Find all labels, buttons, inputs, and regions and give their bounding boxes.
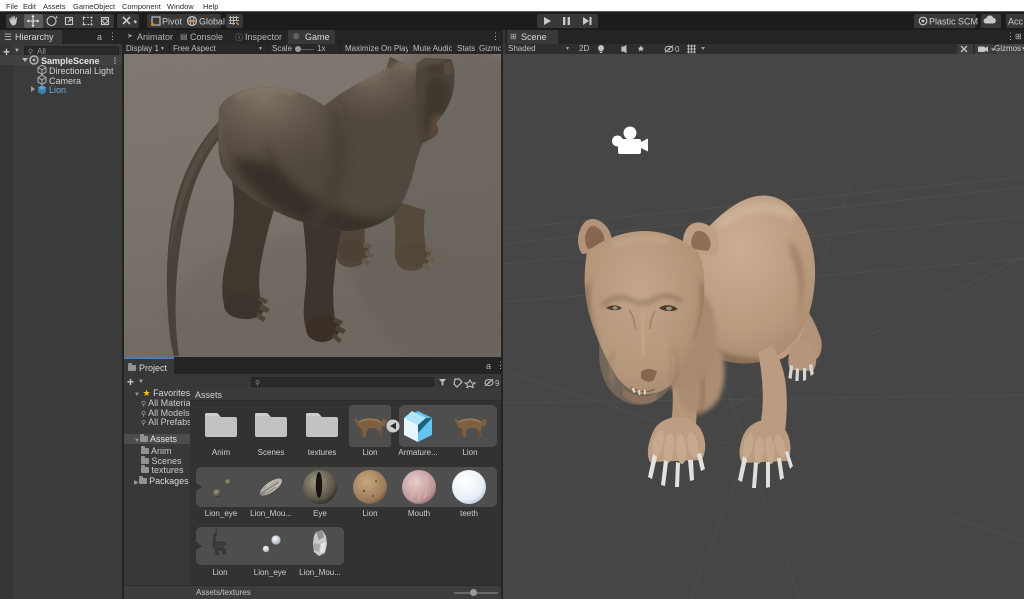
svg-text:Pivot: Pivot	[162, 17, 183, 27]
svg-text:Lion_Mou...: Lion_Mou...	[299, 568, 341, 577]
svg-text:Scenes: Scenes	[258, 448, 285, 457]
svg-text:Anim: Anim	[212, 448, 231, 457]
svg-text:Lion: Lion	[362, 509, 377, 518]
svg-text:Lion: Lion	[212, 568, 227, 577]
svg-text:Lion: Lion	[462, 448, 477, 457]
svg-text:Global: Global	[199, 17, 225, 27]
svg-text:Eye: Eye	[313, 509, 327, 518]
svg-text:Lion_eye: Lion_eye	[254, 568, 287, 577]
svg-text:Lion_Mou...: Lion_Mou...	[250, 509, 292, 518]
svg-text:0: 0	[675, 45, 680, 54]
svg-text:Lion_eye: Lion_eye	[205, 509, 238, 518]
svg-text:teeth: teeth	[460, 509, 478, 518]
svg-text:Acc: Acc	[1008, 17, 1024, 27]
svg-text:9: 9	[495, 379, 500, 388]
svg-text:Plastic SCM: Plastic SCM	[929, 17, 978, 27]
svg-text:Armature...: Armature...	[398, 448, 438, 457]
svg-text:Lion: Lion	[362, 448, 377, 457]
svg-text:Mouth: Mouth	[408, 509, 430, 518]
svg-text:textures: textures	[308, 448, 336, 457]
